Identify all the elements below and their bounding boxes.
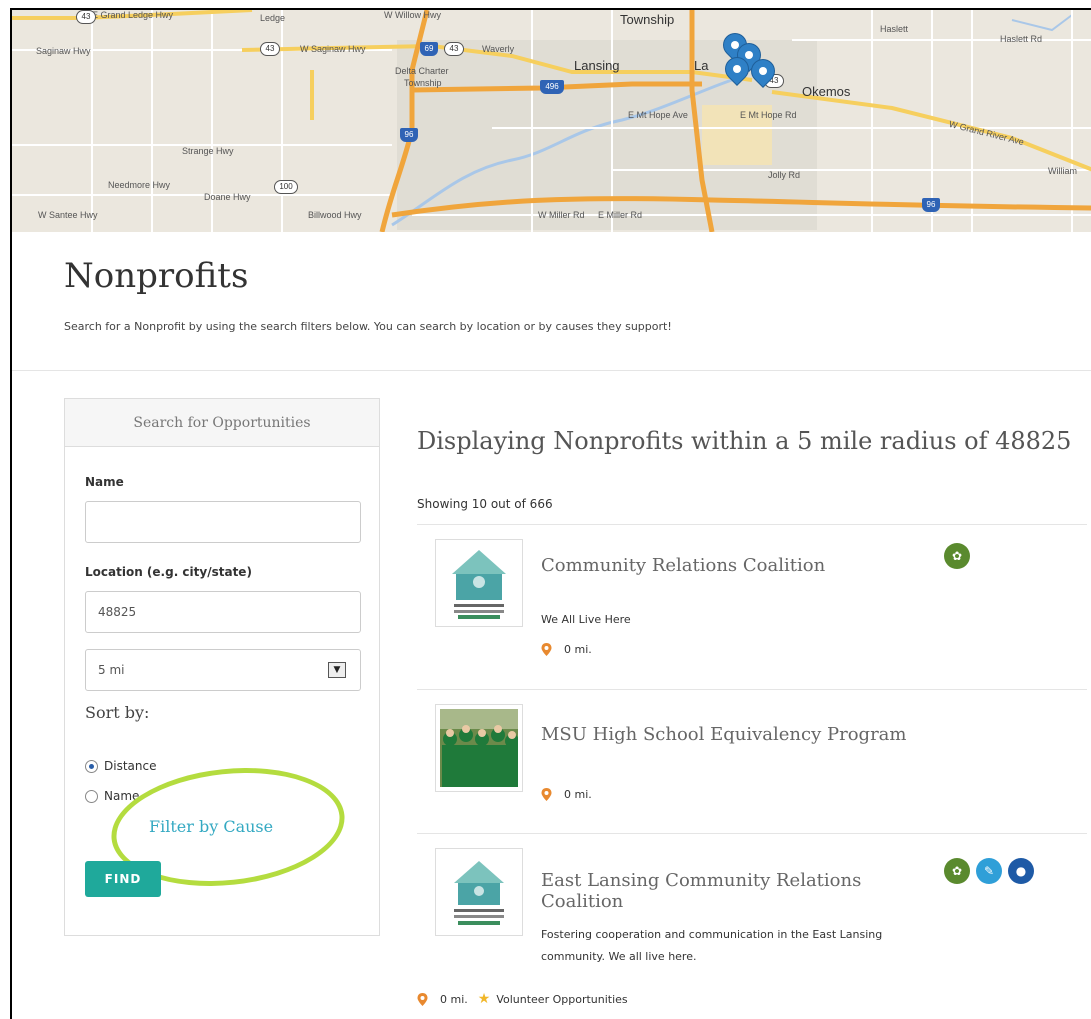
volunteer-opportunities-label[interactable]: Volunteer Opportunities	[496, 993, 627, 1006]
page-subtitle: Search for a Nonprofit by using the sear…	[64, 320, 672, 333]
result-item[interactable]: East Lansing Community Relations Coaliti…	[417, 833, 1087, 983]
map-label-ledge: Ledge	[260, 13, 286, 23]
interstate-96-shield: 96	[400, 128, 418, 142]
result-description: Fostering cooperation and communication …	[541, 928, 883, 963]
map-label-okemos: Okemos	[802, 84, 851, 99]
location-pin-icon	[417, 992, 428, 1006]
org-photo-image	[440, 709, 519, 787]
org-logo-image	[440, 853, 518, 931]
map-label-haslett-rd: Haslett Rd	[1000, 34, 1043, 44]
divider	[12, 370, 1091, 371]
location-pin-icon	[541, 643, 552, 656]
route-100-shield: 100	[274, 180, 298, 194]
result-name[interactable]: Community Relations Coalition	[541, 555, 921, 576]
result-distance-value: 0 mi.	[564, 788, 592, 801]
map-label-william: William	[1048, 166, 1077, 176]
interstate-69-shield: 69	[420, 42, 438, 56]
dropdown-arrow-icon[interactable]: ▼	[328, 662, 346, 678]
name-input[interactable]	[85, 501, 361, 543]
sort-name-radio[interactable]	[85, 789, 98, 803]
map-label-e-miller-rd: E Miller Rd	[598, 210, 643, 220]
map-label-billwood-hwy: Billwood Hwy	[308, 210, 362, 220]
education-cause-icon[interactable]: ✎	[976, 858, 1002, 884]
find-button[interactable]: FIND	[85, 861, 161, 897]
community-cause-icon[interactable]: ✿	[944, 543, 970, 569]
result-name[interactable]: East Lansing Community Relations Coaliti…	[541, 870, 921, 912]
map-label-w-santee-hwy: W Santee Hwy	[38, 210, 98, 220]
community-cause-icon[interactable]: ✿	[944, 858, 970, 884]
map-label-waverly: Waverly	[482, 44, 515, 54]
org-logo[interactable]	[435, 848, 523, 936]
map-label-la: La	[694, 58, 709, 73]
result-name[interactable]: MSU High School Equivalency Program	[541, 724, 921, 745]
route-43-shield: 43	[76, 10, 96, 24]
result-distance-value: 0 mi.	[564, 643, 592, 656]
result-meta-row: 0 mi. ★ Volunteer Opportunities	[417, 991, 628, 1007]
results-title: Displaying Nonprofits within a 5 mile ra…	[417, 427, 1072, 455]
sort-distance-option[interactable]: Distance	[85, 759, 156, 773]
org-logo[interactable]	[435, 539, 523, 627]
map-label-haslett: Haslett	[880, 24, 909, 34]
radius-select[interactable]: 5 mi ▼	[85, 649, 361, 691]
location-label: Location (e.g. city/state)	[85, 565, 252, 579]
route-43-shield: 43	[444, 42, 464, 56]
map-label-w-saginaw-hwy: W Saginaw Hwy	[300, 44, 366, 54]
map-label-e-mt-hope-rd: E Mt Hope Rd	[740, 110, 797, 120]
result-distance: 0 mi.	[541, 643, 592, 656]
location-pin-icon	[541, 788, 552, 801]
health-cause-icon[interactable]: ●	[1008, 858, 1034, 884]
result-item[interactable]: Community Relations Coalition We All Liv…	[417, 524, 1087, 689]
page-title: Nonprofits	[64, 256, 249, 296]
map-label-delta-township: Township	[404, 78, 442, 88]
route-43-shield: 43	[260, 42, 280, 56]
sort-by-label: Sort by:	[85, 703, 150, 722]
search-panel-heading: Search for Opportunities	[65, 399, 379, 447]
name-label: Name	[85, 475, 124, 489]
map-label-w-miller-rd: W Miller Rd	[538, 210, 585, 220]
location-input[interactable]: 48825	[85, 591, 361, 633]
map-label-delta-charter: Delta Charter	[395, 66, 449, 76]
map[interactable]: Saginaw Hwy Ledge E Grand Ledge Hwy W Sa…	[12, 10, 1091, 232]
results-count: Showing 10 out of 666	[417, 497, 553, 511]
interstate-96-shield: 96	[922, 198, 940, 212]
result-item[interactable]: MSU High School Equivalency Program 0 mi…	[417, 689, 1087, 833]
map-label-doane-hwy: Doane Hwy	[204, 192, 251, 202]
org-logo[interactable]	[435, 704, 523, 792]
map-label-strange-hwy: Strange Hwy	[182, 146, 234, 156]
radius-select-value: 5 mi	[98, 663, 125, 677]
map-label-e-mt-hope-ave: E Mt Hope Ave	[628, 110, 688, 120]
map-label-lansing: Lansing	[574, 58, 620, 73]
sort-distance-radio[interactable]	[85, 759, 98, 773]
interstate-496-shield: 496	[540, 80, 564, 94]
map-label-township: Township	[620, 12, 675, 27]
result-description: We All Live Here	[541, 613, 631, 626]
result-distance-value: 0 mi.	[440, 992, 468, 1006]
map-label-jolly-rd: Jolly Rd	[768, 170, 801, 180]
sort-distance-label: Distance	[104, 759, 157, 773]
search-panel: Search for Opportunities Name Location (…	[64, 398, 380, 936]
map-label-needmore-hwy: Needmore Hwy	[108, 180, 171, 190]
map-label-saginaw-hwy: Saginaw Hwy	[36, 46, 91, 56]
filter-by-cause-link[interactable]: Filter by Cause	[149, 817, 273, 836]
page-frame: Saginaw Hwy Ledge E Grand Ledge Hwy W Sa…	[10, 8, 1091, 1019]
result-distance: 0 mi.	[541, 788, 592, 801]
map-label-e-grand-ledge-hwy: E Grand Ledge Hwy	[92, 10, 174, 20]
star-icon: ★	[477, 991, 491, 1007]
map-label-w-willow-hwy: W Willow Hwy	[384, 10, 441, 20]
sort-name-option[interactable]: Name	[85, 789, 139, 803]
org-logo-image	[440, 544, 518, 622]
sort-name-label: Name	[104, 789, 140, 803]
